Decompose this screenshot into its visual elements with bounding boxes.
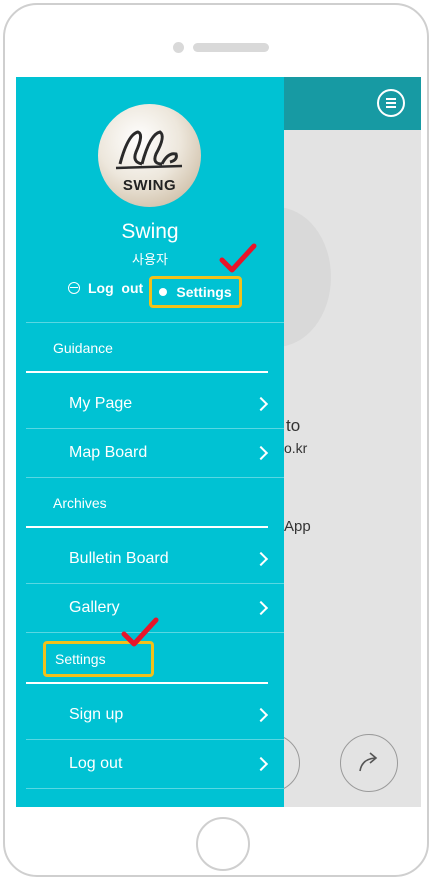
share-arrow-icon <box>358 751 377 771</box>
logout-icon <box>68 282 80 294</box>
section-divider <box>26 526 268 528</box>
chevron-right-icon <box>253 445 269 460</box>
chevron-right-icon <box>253 551 269 566</box>
menu-item-label: Log out <box>69 754 123 772</box>
profile-avatar[interactable]: SWING <box>98 104 201 207</box>
quick-logout-label: Log out <box>88 280 144 296</box>
quick-logout-button[interactable]: Log out <box>68 280 143 296</box>
menu-item-my-page[interactable]: My Page <box>16 379 284 428</box>
red-checkmark-icon <box>219 243 257 273</box>
share-button[interactable] <box>340 734 398 792</box>
section-header-label: Settings <box>55 651 106 667</box>
chevron-right-icon <box>253 707 269 722</box>
quick-settings-button[interactable]: Settings <box>149 276 242 308</box>
menu-item-log-out[interactable]: Log out <box>16 739 284 788</box>
front-camera <box>173 42 184 53</box>
navigation-drawer: SWING Swing 사용자 Log out Settings Guidanc… <box>16 77 284 807</box>
hamburger-menu-icon[interactable] <box>377 89 405 117</box>
menu-item-bulletin-board[interactable]: Bulletin Board <box>16 534 284 583</box>
chevron-right-icon <box>253 600 269 615</box>
background-text-fragment: o.kr <box>284 440 308 456</box>
menu-item-label: Map Board <box>69 443 148 461</box>
section-header-guidance: Guidance <box>53 340 113 356</box>
background-text-fragment: App <box>284 518 311 535</box>
section-divider <box>26 371 268 373</box>
app-screen: to o.kr App SWING Swing 사용자 Log out Sett… <box>16 77 421 807</box>
menu-item-label: Sign up <box>69 705 124 723</box>
divider <box>26 477 284 478</box>
section-header-archives: Archives <box>53 495 107 511</box>
quick-settings-label: Settings <box>176 284 232 300</box>
section-divider <box>26 682 268 684</box>
chevron-right-icon <box>253 396 269 411</box>
home-button[interactable] <box>196 817 250 871</box>
menu-item-label: Gallery <box>69 598 120 616</box>
divider <box>26 322 284 323</box>
settings-gear-icon <box>159 288 168 296</box>
menu-item-sign-up[interactable]: Sign up <box>16 690 284 739</box>
chevron-right-icon <box>253 756 269 771</box>
menu-item-label: Bulletin Board <box>69 549 169 567</box>
menu-item-map-board[interactable]: Map Board <box>16 428 284 477</box>
user-name: Swing <box>121 220 179 243</box>
avatar-logo-text: SWING <box>122 177 177 194</box>
divider <box>26 788 284 789</box>
background-text-fragment: to <box>286 416 301 435</box>
earpiece-speaker <box>193 43 269 52</box>
menu-item-label: My Page <box>69 394 133 412</box>
red-checkmark-icon <box>121 617 159 647</box>
